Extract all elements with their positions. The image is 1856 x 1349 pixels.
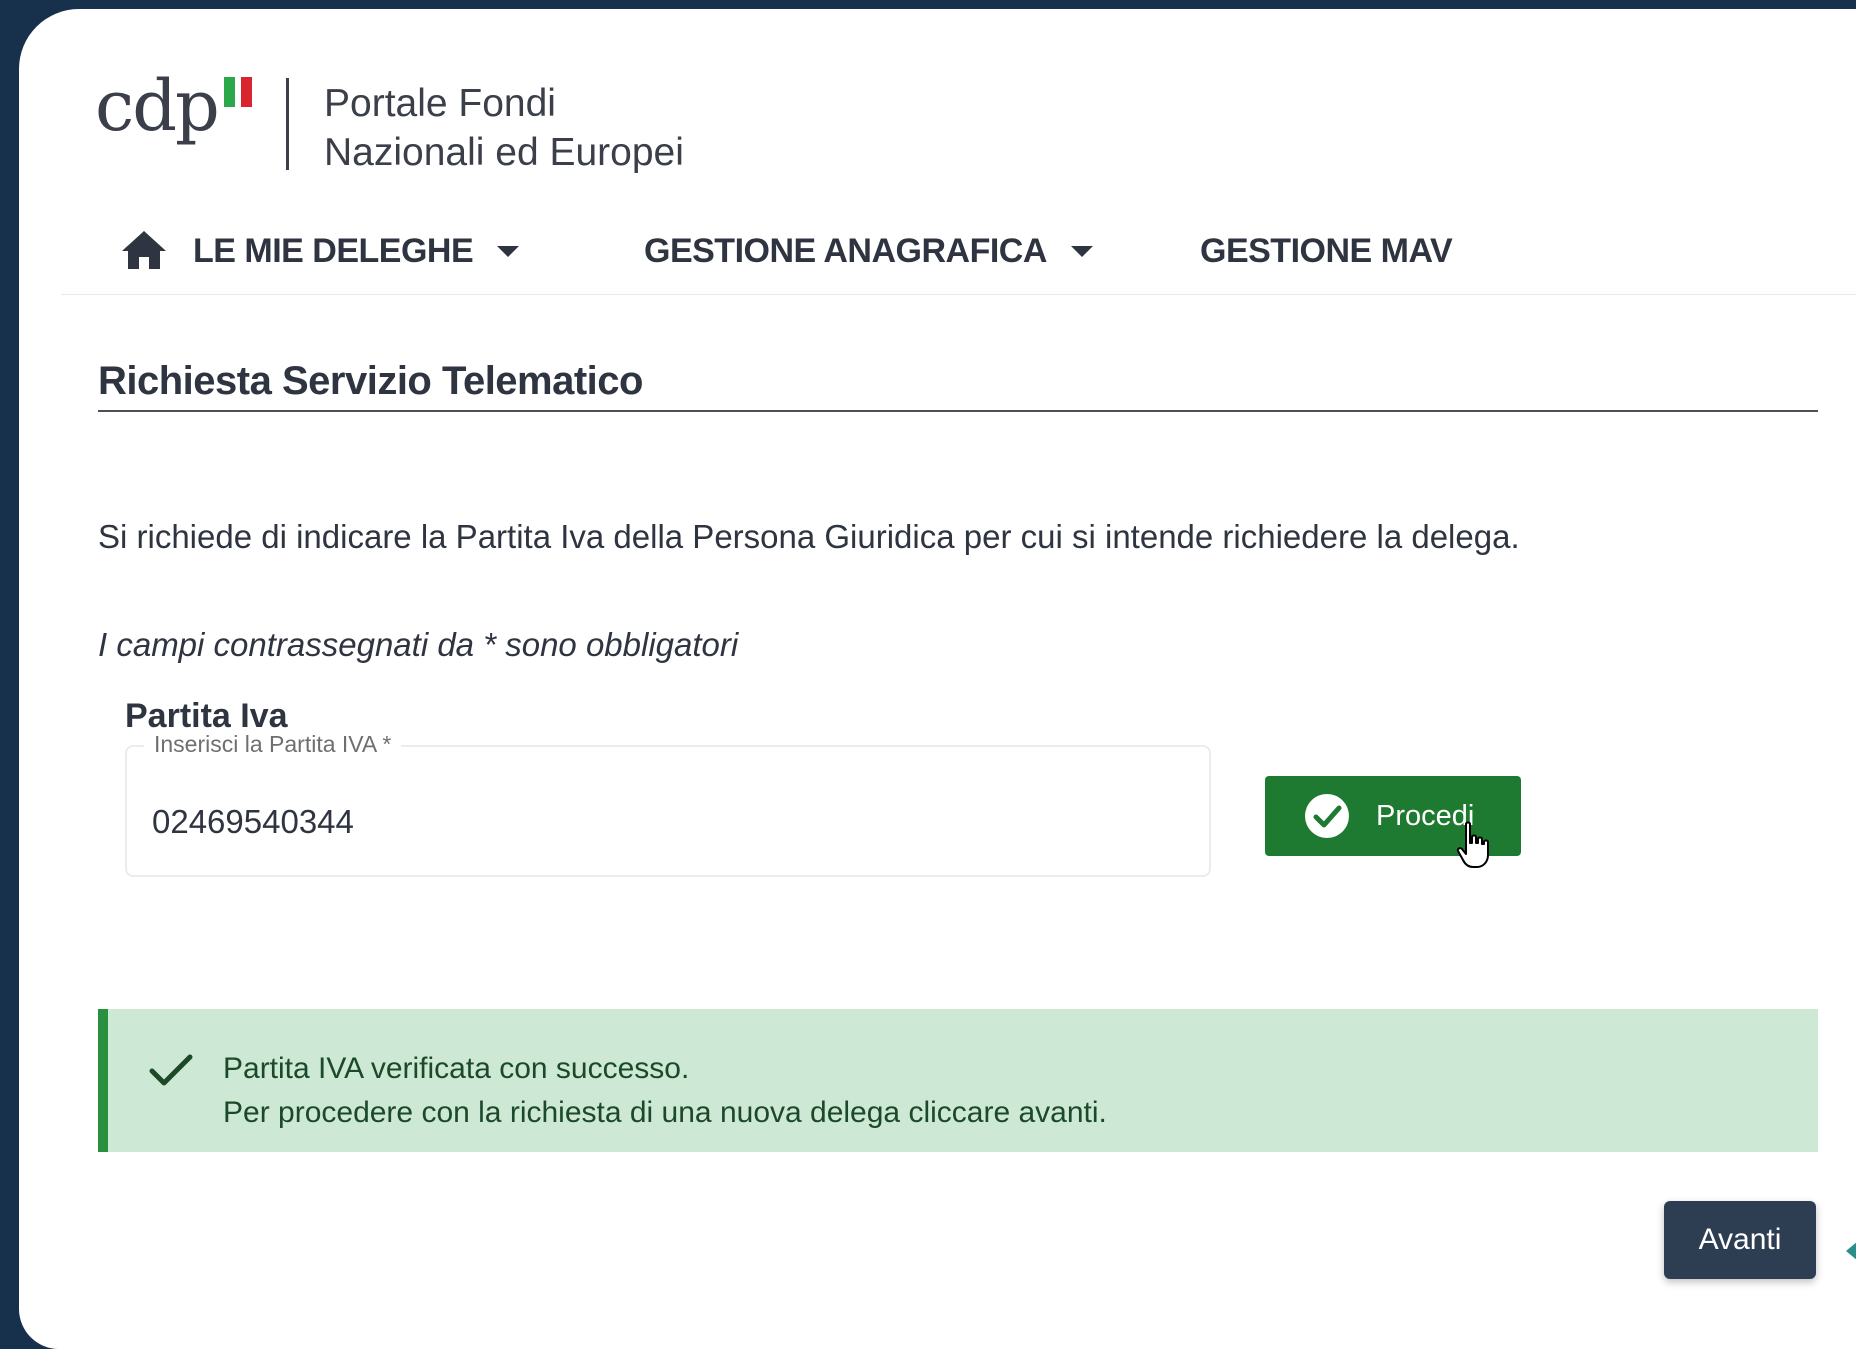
avanti-button[interactable]: Avanti bbox=[1664, 1201, 1816, 1279]
nav-item-gestione-mav[interactable]: GESTIONE MAV bbox=[1200, 229, 1453, 273]
nav-item-label: LE MIE DELEGHE bbox=[193, 231, 474, 270]
partita-iva-floating-label: Inserisci la Partita IVA * bbox=[144, 731, 402, 758]
alert-message: Partita IVA verificata con successo. Per… bbox=[223, 1047, 1107, 1135]
alert-line1: Partita IVA verificata con successo. bbox=[223, 1052, 690, 1085]
checkmark-icon bbox=[149, 1054, 193, 1086]
check-circle-icon bbox=[1305, 794, 1349, 838]
cdp-logo[interactable]: cdp bbox=[95, 61, 252, 151]
chevron-down-icon bbox=[1070, 245, 1093, 257]
nav-item-label: GESTIONE MAV bbox=[1200, 231, 1453, 270]
partita-iva-input[interactable] bbox=[152, 797, 1192, 847]
page-title: Richiesta Servizio Telematico bbox=[98, 359, 643, 403]
page-description: Si richiede di indicare la Partita Iva d… bbox=[98, 518, 1520, 555]
portal-title-line2: Nazionali ed Europei bbox=[324, 131, 684, 174]
partita-iva-field[interactable]: Inserisci la Partita IVA * bbox=[125, 731, 1211, 877]
logo-text: cdp bbox=[95, 65, 220, 147]
italian-flag-icon bbox=[223, 77, 252, 107]
hand-pointer-cursor-icon bbox=[1456, 821, 1489, 868]
home-icon[interactable] bbox=[120, 229, 168, 271]
portal-title-line1: Portale Fondi bbox=[324, 82, 556, 125]
nav-item-label: GESTIONE ANAGRAFICA bbox=[644, 231, 1047, 270]
main-card: cdp Portale Fondi Nazionali ed Europei L… bbox=[19, 9, 1856, 1349]
portal-title: Portale Fondi Nazionali ed Europei bbox=[324, 79, 684, 177]
nav-item-le-mie-deleghe[interactable]: LE MIE DELEGHE bbox=[193, 229, 520, 273]
logo-divider bbox=[286, 78, 289, 170]
chevron-down-icon bbox=[497, 245, 520, 257]
alert-line2: Per procedere con la richiesta di una nu… bbox=[223, 1096, 1107, 1129]
required-fields-note: I campi contrassegnati da * sono obbliga… bbox=[98, 626, 739, 663]
chevron-left-icon[interactable] bbox=[1846, 1241, 1856, 1261]
nav-item-gestione-anagrafica[interactable]: GESTIONE ANAGRAFICA bbox=[644, 229, 1093, 273]
title-divider bbox=[98, 410, 1818, 412]
success-alert: Partita IVA verificata con successo. Per… bbox=[98, 1009, 1818, 1152]
main-nav: LE MIE DELEGHE GESTIONE ANAGRAFICA GESTI… bbox=[61, 209, 1856, 295]
